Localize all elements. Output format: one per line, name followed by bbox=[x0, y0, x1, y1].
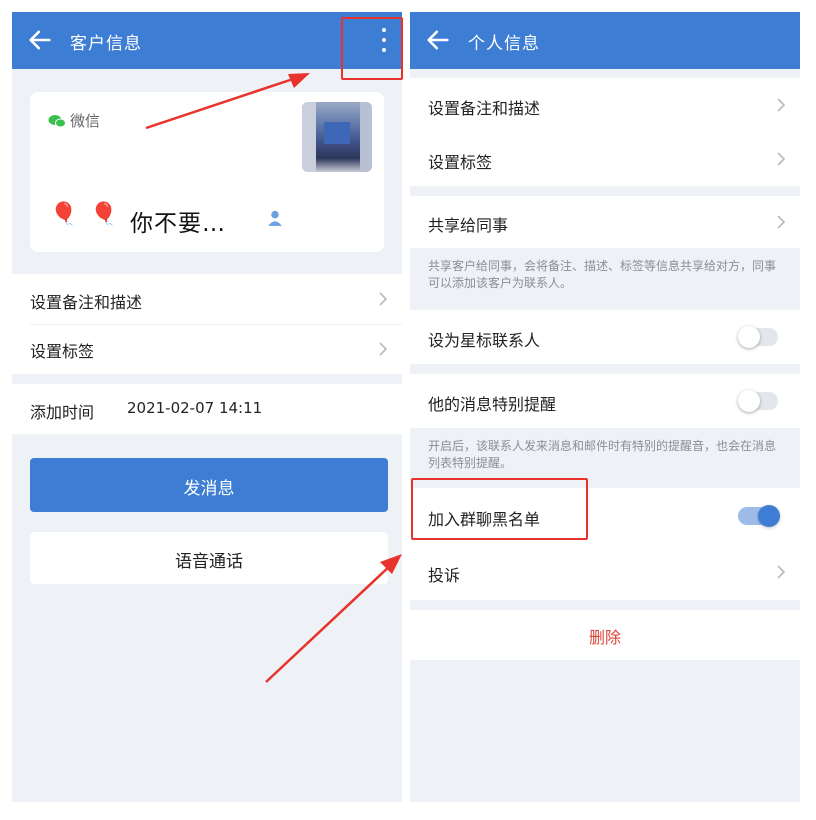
row-label: 共享给同事 bbox=[428, 216, 509, 235]
more-button-highlight bbox=[341, 17, 403, 80]
share-row[interactable]: 共享给同事 bbox=[410, 196, 800, 248]
chevron-right-icon bbox=[777, 98, 786, 112]
chevron-right-icon bbox=[777, 565, 786, 579]
wechat-icon bbox=[48, 115, 66, 128]
added-time-value: 2021-02-07 14:11 bbox=[127, 399, 263, 417]
share-hint: 共享客户给同事，会将备注、描述、标签等信息共享给对方，同事可以添加该客户为联系人… bbox=[428, 259, 777, 290]
row-label: 设置标签 bbox=[428, 153, 493, 172]
star-contact-row: 设为星标联系人 bbox=[410, 310, 800, 364]
customer-info-screen: 客户信息 微信 🎈 🎈 你不要… 设置备注和描述 设置标签 添加时间 2021-… bbox=[12, 12, 402, 802]
page-title: 个人信息 bbox=[468, 34, 540, 54]
button-label: 发消息 bbox=[183, 479, 235, 499]
remark-tags-group: 设置备注和描述 设置标签 bbox=[410, 78, 800, 186]
chevron-right-icon bbox=[379, 342, 388, 356]
chevron-right-icon bbox=[777, 152, 786, 166]
person-icon bbox=[268, 210, 282, 226]
chevron-right-icon bbox=[379, 292, 388, 306]
settings-group: 设置备注和描述 设置标签 bbox=[12, 274, 402, 374]
send-message-button[interactable]: 发消息 bbox=[30, 458, 388, 512]
row-label: 投诉 bbox=[428, 566, 461, 585]
set-remark-row[interactable]: 设置备注和描述 bbox=[410, 78, 800, 132]
blacklist-toggle[interactable] bbox=[738, 505, 780, 527]
personal-info-screen: 个人信息 设置备注和描述 设置标签 共享给同事 共享客户给同事，会将备注、描述、… bbox=[410, 12, 800, 802]
row-label: 他的消息特别提醒 bbox=[428, 395, 557, 414]
row-label: 设置备注和描述 bbox=[30, 293, 143, 312]
source-label: 微信 bbox=[70, 112, 101, 130]
added-time-label: 添加时间 bbox=[30, 403, 95, 422]
avatar[interactable] bbox=[302, 102, 372, 172]
row-label: 设为星标联系人 bbox=[428, 331, 541, 350]
remind-hint: 开启后，该联系人发来消息和邮件时有特别的提醒音，也会在消息列表特别提醒。 bbox=[428, 439, 777, 470]
page-title: 客户信息 bbox=[70, 34, 142, 54]
button-label: 语音通话 bbox=[175, 552, 243, 572]
voice-call-button[interactable]: 语音通话 bbox=[30, 532, 388, 584]
complain-row[interactable]: 投诉 bbox=[410, 544, 800, 600]
set-tags-row[interactable]: 设置标签 bbox=[410, 132, 800, 186]
app-bar: 个人信息 bbox=[410, 12, 800, 69]
set-tags-row[interactable]: 设置标签 bbox=[12, 324, 402, 374]
arrow-left-icon[interactable] bbox=[424, 26, 452, 54]
special-remind-row: 他的消息特别提醒 bbox=[410, 374, 800, 428]
delete-label: 删除 bbox=[588, 628, 621, 647]
delete-button[interactable]: 删除 bbox=[410, 610, 800, 660]
set-remark-row[interactable]: 设置备注和描述 bbox=[12, 274, 402, 324]
arrow-left-icon[interactable] bbox=[26, 26, 54, 54]
star-toggle[interactable] bbox=[738, 326, 778, 348]
profile-card: 微信 🎈 🎈 你不要… bbox=[30, 92, 384, 252]
contact-name: 你不要… bbox=[130, 211, 226, 237]
row-label: 设置备注和描述 bbox=[428, 99, 541, 118]
row-label: 设置标签 bbox=[30, 342, 95, 361]
balloon-emoji: 🎈 bbox=[90, 202, 118, 227]
added-time-row: 添加时间 2021-02-07 14:11 bbox=[12, 384, 402, 434]
remind-toggle[interactable] bbox=[738, 390, 778, 412]
balloon-emoji: 🎈 bbox=[50, 202, 78, 227]
chevron-right-icon bbox=[777, 215, 786, 229]
blacklist-highlight bbox=[411, 478, 588, 540]
